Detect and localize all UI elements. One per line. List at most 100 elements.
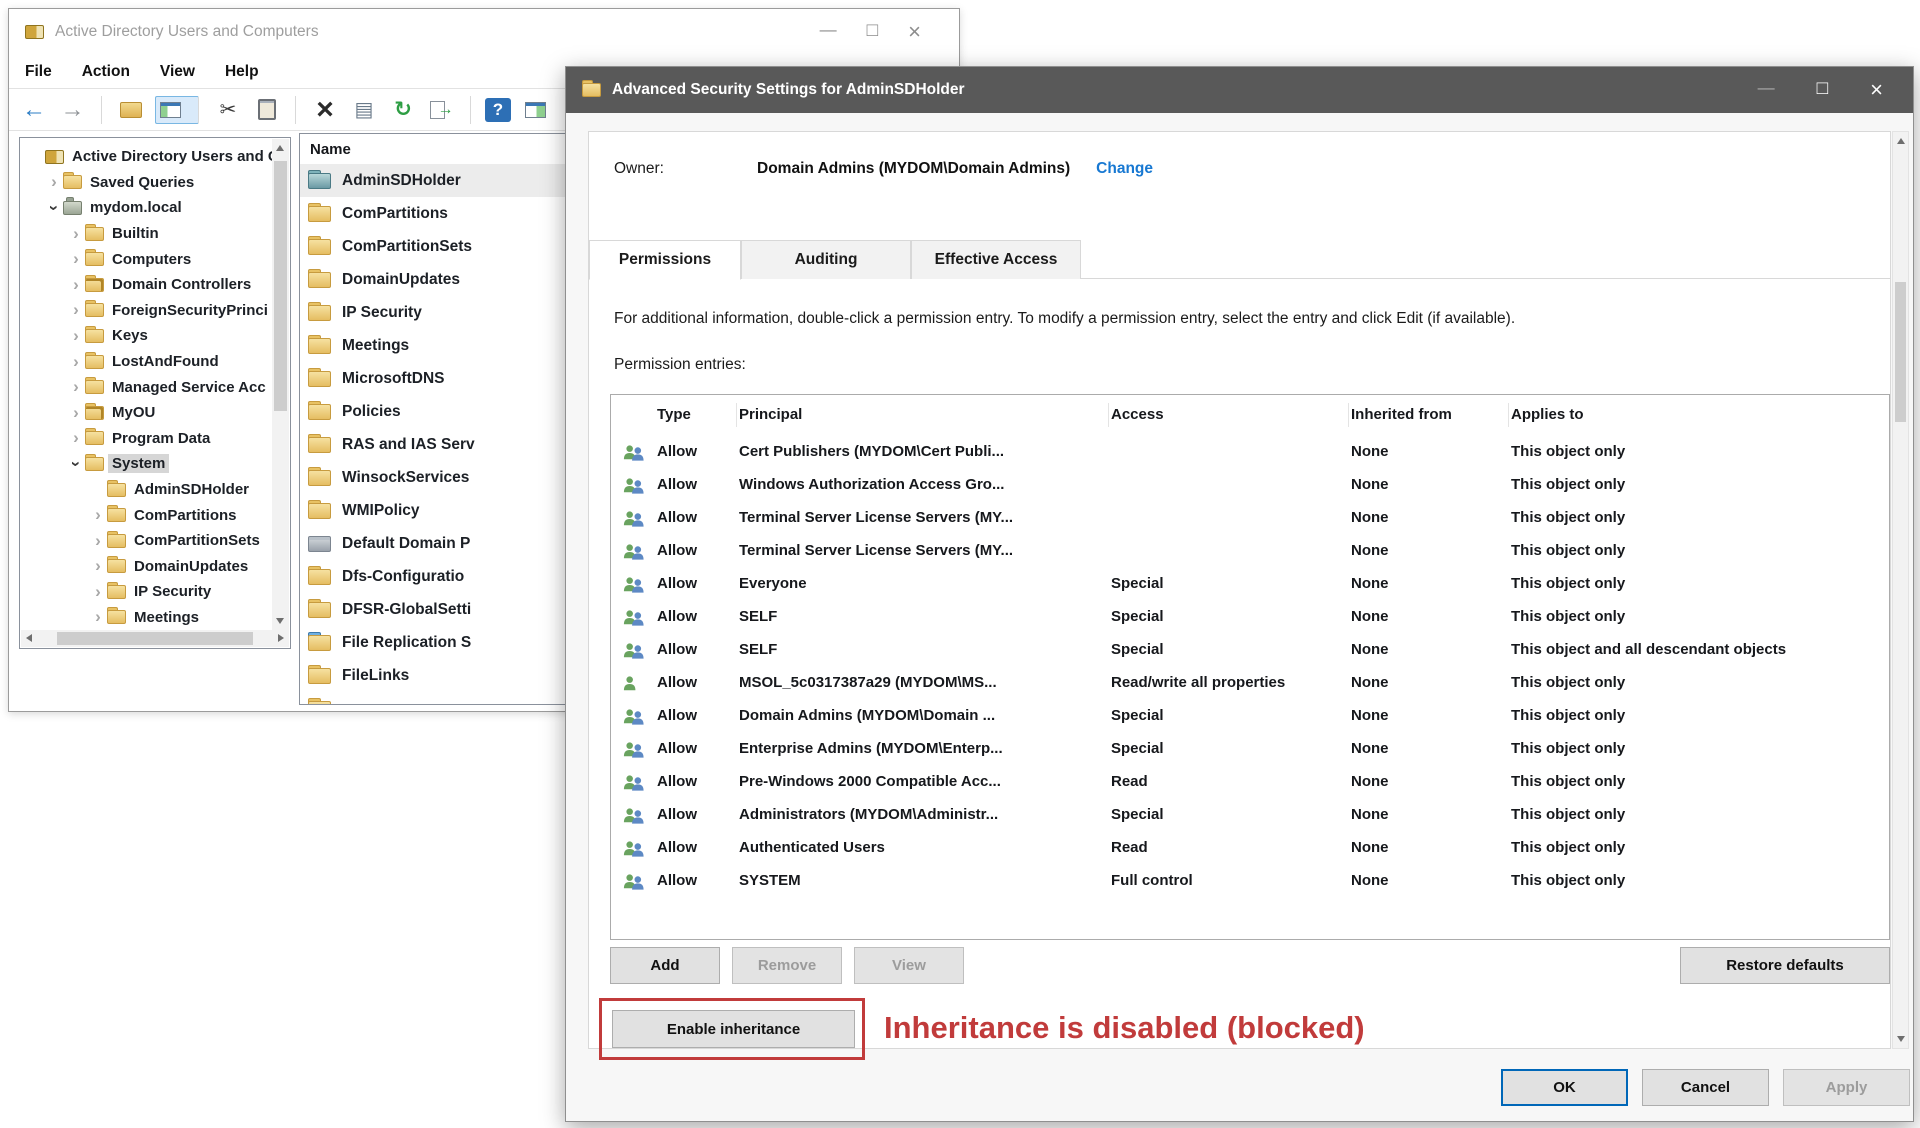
expander-icon[interactable] xyxy=(89,480,107,500)
tree-item[interactable]: IP Security xyxy=(21,579,272,605)
view-button[interactable]: View xyxy=(854,947,964,984)
back-icon[interactable] xyxy=(19,96,49,124)
maximize-icon[interactable] xyxy=(1817,79,1828,101)
scrollbar-thumb[interactable] xyxy=(274,161,287,411)
tree-item[interactable]: Managed Service Acc xyxy=(21,374,272,400)
tree-item[interactable]: Saved Queries xyxy=(21,170,272,196)
close-icon[interactable] xyxy=(908,21,921,43)
tab[interactable]: Permissions xyxy=(589,240,741,280)
minimize-icon[interactable] xyxy=(1758,79,1775,101)
scroll-down-icon[interactable] xyxy=(276,618,284,624)
scroll-up-icon[interactable] xyxy=(1897,138,1905,144)
minimize-icon[interactable] xyxy=(820,21,837,43)
console-tree-icon[interactable] xyxy=(155,96,199,124)
tree-item[interactable]: LostAndFound xyxy=(21,349,272,375)
tree-item[interactable]: MyOU xyxy=(21,400,272,426)
tree-item[interactable]: Active Directory Users and C xyxy=(21,144,272,170)
cancel-button[interactable]: Cancel xyxy=(1642,1069,1769,1106)
ok-button[interactable]: OK xyxy=(1501,1069,1628,1106)
expander-icon[interactable] xyxy=(89,607,107,627)
add-button[interactable]: Add xyxy=(610,947,720,984)
column-header[interactable]: Applies to xyxy=(1509,403,1889,427)
expander-icon[interactable] xyxy=(89,505,107,525)
change-owner-link[interactable]: Change xyxy=(1096,160,1153,178)
menu-item[interactable]: Action xyxy=(82,63,130,81)
expander-icon[interactable] xyxy=(67,300,85,320)
tree-horizontal-scrollbar[interactable] xyxy=(21,630,289,647)
permission-entry-row[interactable]: Allow Terminal Server License Servers (M… xyxy=(611,501,1889,534)
permission-entry-row[interactable]: Allow Windows Authorization Access Gro..… xyxy=(611,468,1889,501)
forward-icon[interactable] xyxy=(58,96,102,124)
scroll-left-icon[interactable] xyxy=(26,634,32,642)
permission-entry-row[interactable]: Allow Domain Admins (MYDOM\Domain ... Sp… xyxy=(611,699,1889,732)
scrollbar-thumb[interactable] xyxy=(57,632,253,645)
expander-icon[interactable] xyxy=(67,428,85,448)
tree-item[interactable]: DomainUpdates xyxy=(21,554,272,580)
permission-entry-row[interactable]: Allow Authenticated Users Read None This… xyxy=(611,831,1889,864)
export-list-icon[interactable] xyxy=(427,96,471,124)
permission-entry-row[interactable]: Allow Cert Publishers (MYDOM\Cert Publi.… xyxy=(611,435,1889,468)
delete-icon[interactable] xyxy=(310,96,340,124)
column-header[interactable]: Inherited from xyxy=(1349,403,1509,427)
expander-icon[interactable] xyxy=(27,147,45,167)
permission-entry-row[interactable]: Allow MSOL_5c0317387a29 (MYDOM\MS... Rea… xyxy=(611,666,1889,699)
tree-item[interactable]: ComPartitionSets xyxy=(21,528,272,554)
expander-icon[interactable] xyxy=(67,377,85,397)
tab[interactable]: Auditing xyxy=(741,240,911,279)
permission-entry-row[interactable]: Allow Terminal Server License Servers (M… xyxy=(611,534,1889,567)
permission-entry-row[interactable]: Allow SYSTEM Full control None This obje… xyxy=(611,864,1889,897)
menu-item[interactable]: File xyxy=(25,63,52,81)
menu-item[interactable]: View xyxy=(160,63,195,81)
expander-icon[interactable] xyxy=(89,582,107,602)
scrollbar-thumb[interactable] xyxy=(1895,282,1906,422)
tree-item[interactable]: ComPartitions xyxy=(21,502,272,528)
up-folder-icon[interactable] xyxy=(116,96,146,124)
column-header[interactable]: Access xyxy=(1109,403,1349,427)
expander-icon[interactable] xyxy=(67,352,85,372)
cut-icon[interactable] xyxy=(213,96,243,124)
tree-item[interactable]: Program Data xyxy=(21,426,272,452)
scroll-up-icon[interactable] xyxy=(276,145,284,151)
help-icon[interactable] xyxy=(485,98,511,122)
advanced-view-icon[interactable] xyxy=(520,96,550,124)
scroll-down-icon[interactable] xyxy=(1897,1036,1905,1042)
expander-icon[interactable] xyxy=(45,172,63,192)
paste-icon[interactable] xyxy=(252,96,296,124)
expander-icon[interactable] xyxy=(89,556,107,576)
refresh-icon[interactable] xyxy=(388,96,418,124)
tree-item[interactable]: Keys xyxy=(21,323,272,349)
permission-entry-row[interactable]: Allow Administrators (MYDOM\Administr...… xyxy=(611,798,1889,831)
tree-item[interactable]: mydom.local xyxy=(21,195,272,221)
tree-item[interactable]: Meetings xyxy=(21,605,272,630)
expander-icon[interactable] xyxy=(67,403,85,423)
permission-entry-row[interactable]: Allow SELF Special None This object and … xyxy=(611,633,1889,666)
expander-icon[interactable] xyxy=(67,326,85,346)
close-icon[interactable] xyxy=(1870,79,1883,101)
expander-icon[interactable] xyxy=(89,531,107,551)
tree-item[interactable]: Computers xyxy=(21,246,272,272)
tree-vertical-scrollbar[interactable] xyxy=(272,139,289,630)
expander-icon[interactable] xyxy=(67,275,85,295)
expander-icon[interactable] xyxy=(67,224,85,244)
tree-item[interactable]: ForeignSecurityPrinci xyxy=(21,298,272,324)
column-header[interactable]: Type xyxy=(655,403,737,427)
remove-button[interactable]: Remove xyxy=(732,947,842,984)
column-header[interactable]: Principal xyxy=(737,403,1109,427)
expander-icon[interactable] xyxy=(67,454,85,474)
scroll-right-icon[interactable] xyxy=(278,634,284,642)
dialog-vertical-scrollbar[interactable] xyxy=(1892,131,1909,1049)
permission-entry-row[interactable]: Allow Enterprise Admins (MYDOM\Enterp...… xyxy=(611,732,1889,765)
permission-entry-row[interactable]: Allow Everyone Special None This object … xyxy=(611,567,1889,600)
tree-item[interactable]: Domain Controllers xyxy=(21,272,272,298)
permission-entry-row[interactable]: Allow SELF Special None This object only xyxy=(611,600,1889,633)
menu-item[interactable]: Help xyxy=(225,63,259,81)
restore-defaults-button[interactable]: Restore defaults xyxy=(1680,947,1890,984)
permission-entry-row[interactable]: Allow Pre-Windows 2000 Compatible Acc...… xyxy=(611,765,1889,798)
expander-icon[interactable] xyxy=(67,249,85,269)
properties-icon[interactable] xyxy=(349,96,379,124)
tree-item[interactable]: System xyxy=(21,451,272,477)
tree-item[interactable]: Builtin xyxy=(21,221,272,247)
tab[interactable]: Effective Access xyxy=(911,240,1081,279)
maximize-icon[interactable] xyxy=(867,21,878,43)
expander-icon[interactable] xyxy=(45,198,63,218)
